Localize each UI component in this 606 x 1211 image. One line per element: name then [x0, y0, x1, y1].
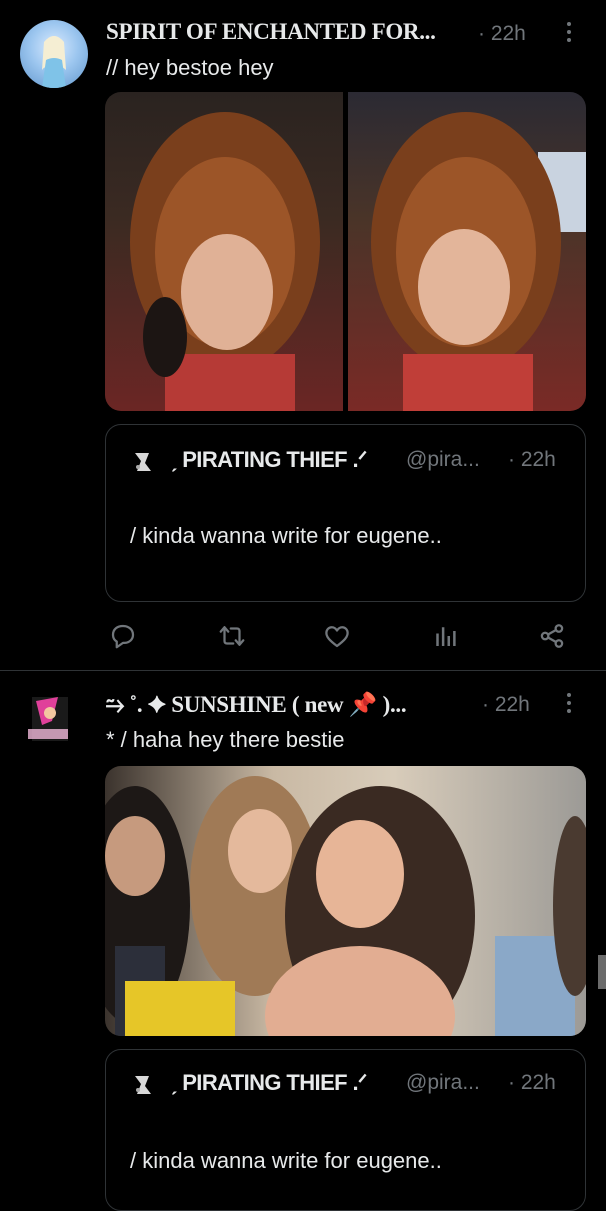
tweet-text: * / haha hey there bestie — [106, 727, 345, 752]
more-icon[interactable] — [562, 20, 576, 50]
quote-handle: @pira... — [406, 448, 480, 471]
media-image[interactable] — [105, 766, 586, 1036]
media-grid[interactable] — [105, 92, 586, 411]
timestamp[interactable]: · 22h — [478, 22, 526, 46]
avatar[interactable] — [20, 20, 88, 88]
timestamp[interactable]: · 22h — [482, 693, 530, 717]
views-icon[interactable] — [430, 621, 460, 651]
tweet[interactable]: ⥲ ˚. ✦ SUNSHINE ( new 📌 )... · 22h * / h… — [0, 671, 606, 1211]
quote-display-name: ˏ PIRATING THIEF .ᐟ — [170, 447, 367, 472]
quote-handle: @pira... — [406, 1071, 480, 1094]
display-name[interactable]: SPIRIT OF ENCHANTED FOR... — [106, 19, 436, 45]
quote-display-name: ˏ PIRATING THIEF .ᐟ — [170, 1070, 367, 1095]
retweet-icon[interactable] — [217, 621, 247, 651]
media-image[interactable] — [348, 92, 586, 411]
display-name[interactable]: ⥲ ˚. ✦ SUNSHINE ( new 📌 )... — [106, 691, 407, 718]
quoted-tweet[interactable]: ˏ PIRATING THIEF .ᐟ @pira... · 22h / kin… — [105, 1049, 586, 1211]
quote-timestamp: · 22h — [508, 448, 556, 471]
reply-icon[interactable] — [108, 621, 138, 651]
like-icon[interactable] — [322, 621, 352, 651]
tweet-text: // hey bestoe hey — [106, 55, 274, 80]
quoted-tweet[interactable]: ˏ PIRATING THIEF .ᐟ @pira... · 22h / kin… — [105, 424, 586, 602]
tweet[interactable]: SPIRIT OF ENCHANTED FOR... · 22h // hey … — [0, 0, 606, 670]
share-icon[interactable] — [537, 621, 567, 651]
avatar[interactable] — [22, 691, 74, 751]
quote-avatar — [129, 1072, 155, 1098]
quote-text: / kinda wanna write for eugene.. — [130, 523, 442, 548]
avatar-image — [28, 697, 68, 741]
quote-timestamp: · 22h — [508, 1071, 556, 1094]
quote-text: / kinda wanna write for eugene.. — [130, 1148, 442, 1173]
more-icon[interactable] — [562, 691, 576, 721]
scrollbar-thumb[interactable] — [598, 955, 606, 989]
elsa-avatar-image — [42, 36, 66, 88]
media-image[interactable] — [105, 92, 343, 411]
quote-avatar — [129, 449, 155, 475]
